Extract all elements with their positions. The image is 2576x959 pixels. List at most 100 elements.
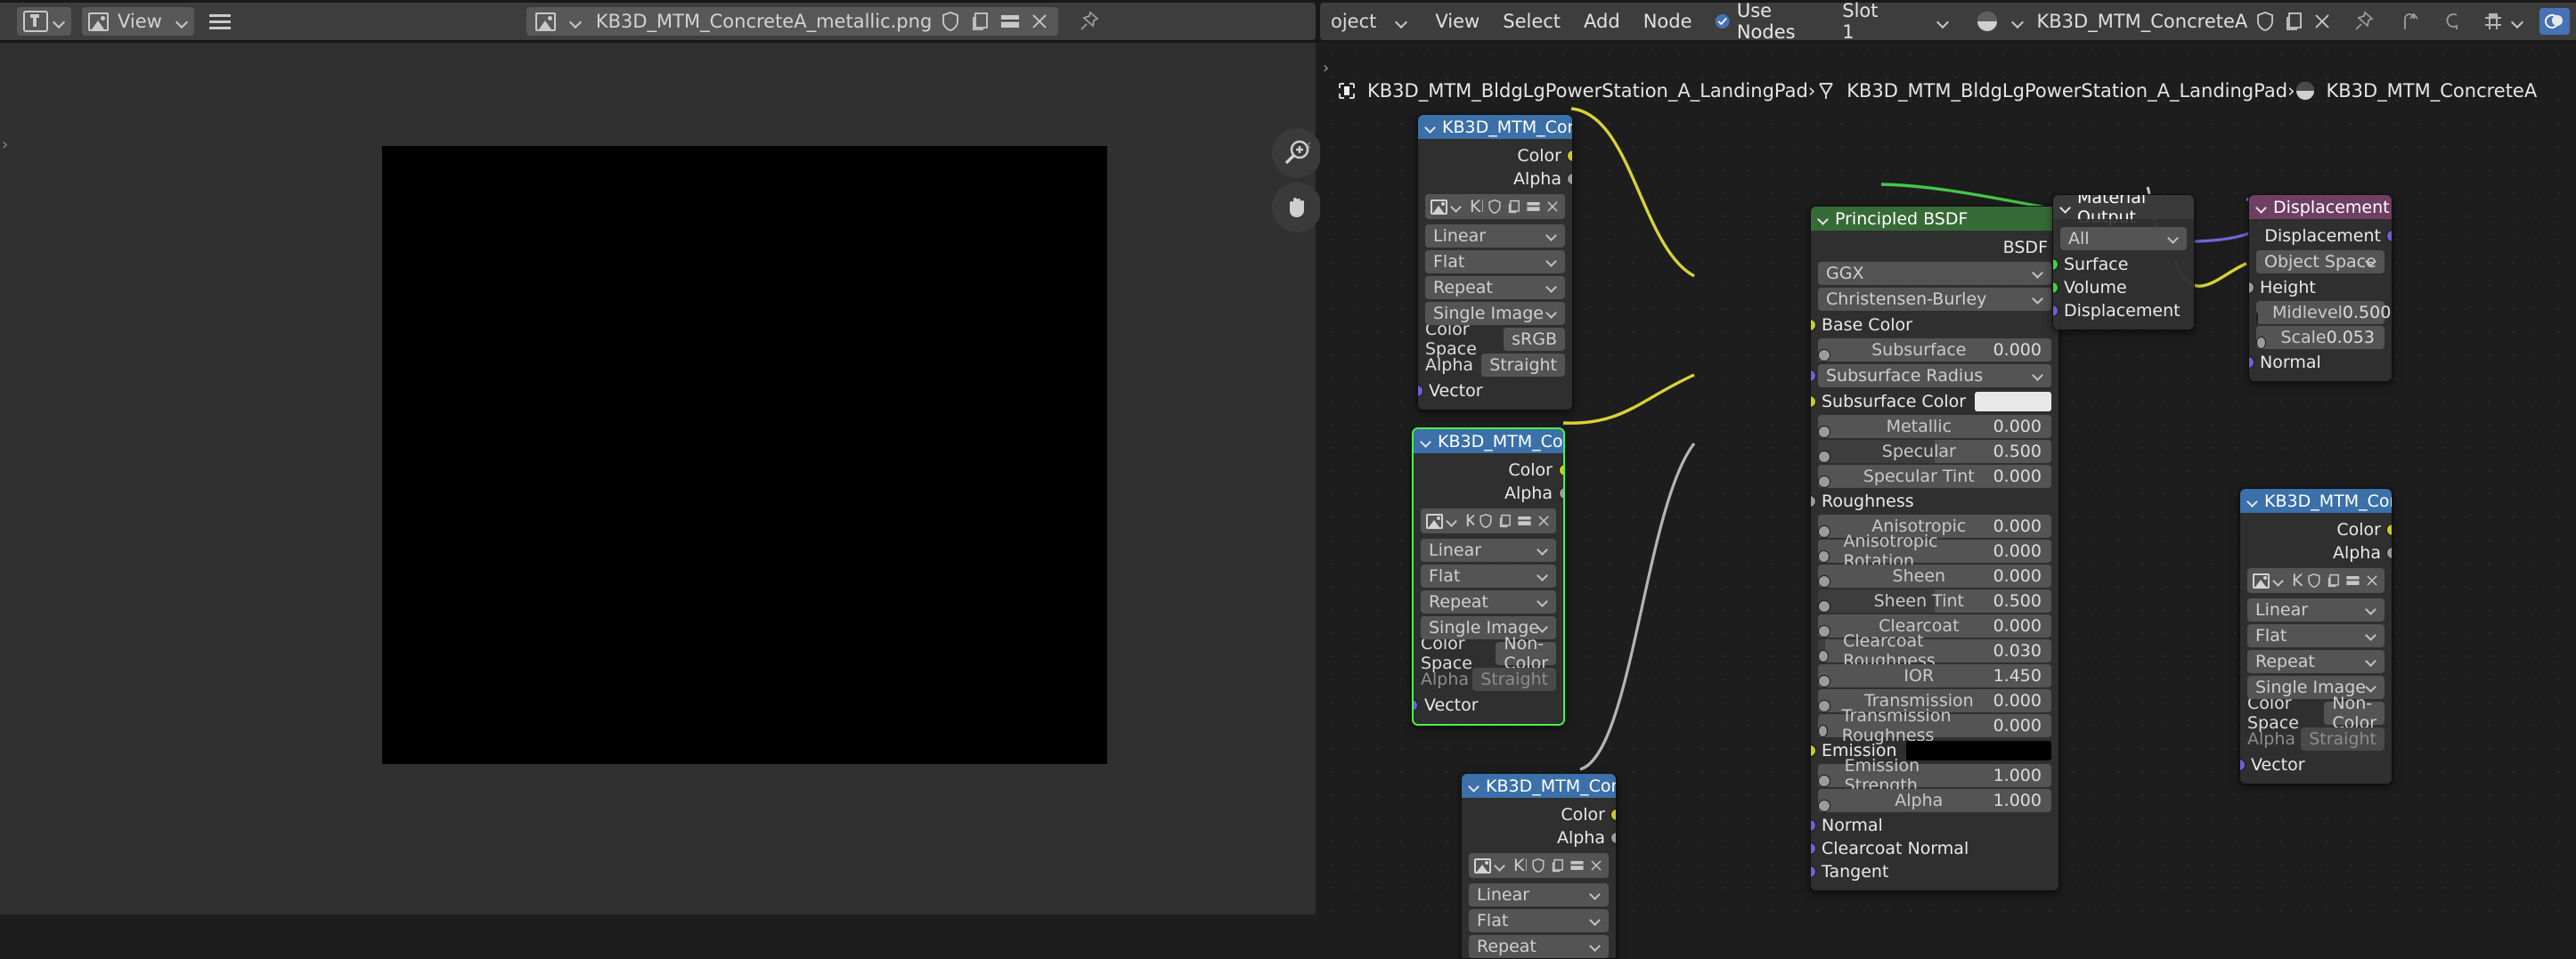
node-metallic[interactable]: KB3D_MTM_ConcreteA_metallic.png Color Al…	[1412, 427, 1565, 726]
socket-input[interactable]	[1811, 495, 1816, 508]
image-datablock-row[interactable]: KB3D_MTM_Concre...	[2247, 568, 2384, 593]
input-volume[interactable]: Volume	[2053, 276, 2194, 299]
socket-color[interactable]	[1559, 464, 1563, 476]
socket-alpha[interactable]	[1610, 832, 1616, 844]
bsdf-socket-row[interactable]: Clearcoat Normal	[1811, 837, 2058, 860]
socket-input[interactable]	[1811, 370, 1816, 382]
copy-icon[interactable]	[2326, 573, 2341, 589]
socket-input[interactable]	[1811, 866, 1816, 878]
image-view-menu[interactable]: View	[82, 7, 194, 36]
alpha-dropdown[interactable]: Straight	[1481, 354, 1565, 377]
socket-input[interactable]	[1811, 395, 1816, 408]
socket-vector[interactable]	[1414, 699, 1418, 711]
socket-input[interactable]	[1818, 675, 1830, 687]
collapse-chevron-icon[interactable]	[1421, 436, 1431, 447]
close-icon[interactable]	[2312, 12, 2332, 31]
output-alpha[interactable]: Alpha	[1462, 826, 1616, 849]
snap-button[interactable]	[2482, 10, 2523, 33]
image-menu-button[interactable]	[203, 7, 237, 36]
output-bsdf[interactable]: BSDF	[1811, 236, 2058, 259]
socket-input[interactable]	[1818, 725, 1828, 737]
output-color[interactable]: Color	[1414, 459, 1563, 482]
color-space-dropdown[interactable]: Non-Color	[1496, 634, 1556, 673]
image-datablock-row[interactable]: KB3D_MTM_Concr...	[1469, 853, 1609, 878]
projection-dropdown[interactable]: Flat	[1421, 565, 1556, 588]
folder-icon[interactable]	[1569, 858, 1585, 873]
bsdf-value-row[interactable]: Subsurface 0.000	[1818, 338, 2051, 362]
socket-input[interactable]	[1818, 775, 1830, 787]
node-sidebar-toggle[interactable]: ›	[1323, 59, 1329, 77]
socket-displacement[interactable]	[2053, 305, 2058, 317]
projection-dropdown[interactable]: Flat	[1425, 250, 1565, 273]
input-displacement[interactable]: Displacement	[2053, 299, 2194, 322]
socket-vector[interactable]	[1418, 385, 1423, 397]
copy-icon[interactable]	[1550, 857, 1565, 874]
socket-color[interactable]	[2386, 524, 2392, 536]
node-roughness[interactable]: KB3D_MTM_ConcreteA_roughness.png Color A…	[1461, 773, 1617, 959]
proportional-edit-button[interactable]	[2441, 10, 2464, 33]
source-dropdown[interactable]: Single Image	[1425, 302, 1565, 325]
collapse-chevron-icon[interactable]	[2060, 202, 2071, 213]
input-vector[interactable]: Vector	[1418, 379, 1572, 402]
menu-add[interactable]: Add	[1572, 11, 1632, 32]
node-header-roughness[interactable]: KB3D_MTM_ConcreteA_roughness.png	[1462, 774, 1616, 798]
material-datablock-field[interactable]: KB3D_MTM_ConcreteA	[1976, 10, 2333, 33]
node-header-basecolor[interactable]: KB3D_MTM_ConcreteA_basecolor.png	[1418, 115, 1572, 139]
socket-midlevel[interactable]	[2256, 312, 2258, 324]
distribution-dropdown[interactable]: GGX	[1818, 262, 2051, 285]
pan-button[interactable]	[1272, 183, 1322, 232]
breadcrumb-item-2[interactable]: KB3D_MTM_ConcreteA	[2326, 80, 2537, 102]
close-icon[interactable]	[1537, 514, 1551, 528]
socket-input[interactable]	[1818, 550, 1830, 563]
collapse-chevron-icon[interactable]	[2247, 496, 2258, 507]
socket-input[interactable]	[1818, 426, 1830, 438]
bsdf-socket-row[interactable]: Tangent	[1811, 860, 2058, 883]
output-alpha[interactable]: Alpha	[1418, 167, 1572, 191]
projection-dropdown[interactable]: Flat	[1469, 909, 1609, 932]
image-datablock-field[interactable]: KB3D_MTM_ConcreteA_metallic.png	[526, 7, 1059, 36]
snap-parent-button[interactable]	[2400, 10, 2421, 33]
shield-icon[interactable]	[1531, 857, 1545, 874]
copy-icon[interactable]	[1506, 199, 1521, 215]
menu-view[interactable]: View	[1423, 11, 1491, 32]
node-basecolor[interactable]: KB3D_MTM_ConcreteA_basecolor.png Color A…	[1417, 114, 1573, 410]
input-surface[interactable]: Surface	[2053, 253, 2194, 276]
bsdf-socket-row[interactable]: Normal	[1811, 814, 2058, 837]
menu-select[interactable]: Select	[1491, 11, 1572, 32]
bsdf-value-row[interactable]: Emission Strength 1.000	[1818, 756, 2051, 795]
shield-icon[interactable]	[941, 11, 960, 32]
copy-icon[interactable]	[2283, 11, 2304, 32]
interpolation-dropdown[interactable]: Linear	[1421, 539, 1556, 562]
bsdf-value-row[interactable]: Specular 0.500	[1818, 440, 2051, 463]
input-vector[interactable]: Vector	[2240, 753, 2392, 776]
socket-displacement-out[interactable]	[2386, 230, 2392, 242]
target-dropdown[interactable]: All	[2060, 227, 2187, 250]
pin-button[interactable]	[2353, 11, 2375, 32]
scale-field[interactable]: Scale 0.053	[2256, 326, 2384, 349]
bsdf-value-row[interactable]: Sheen Tint 0.500	[1818, 589, 2051, 613]
shield-icon[interactable]	[2255, 11, 2275, 32]
node-displacement[interactable]: Displacement Displacement Object Space H…	[2248, 194, 2393, 382]
shield-icon[interactable]	[1479, 513, 1493, 529]
sidebar-toggle-left[interactable]: ›	[2, 135, 8, 154]
node-header-height[interactable]: KB3D_MTM_ConcreteA_height.png	[2240, 489, 2392, 513]
bsdf-value-row[interactable]: Clearcoat Roughness 0.030	[1818, 631, 2051, 670]
bsdf-value-row[interactable]: Sheen 0.000	[1818, 565, 2051, 588]
bsdf-value-row[interactable]: Metallic 0.000	[1818, 415, 2051, 438]
image-canvas[interactable]	[382, 146, 1107, 764]
collapse-chevron-icon[interactable]	[1425, 122, 1436, 133]
bsdf-dropdown-row[interactable]: Subsurface Radius	[1811, 364, 2051, 387]
node-editor-area[interactable]: › KB3D_MTM_BldgLgPowerStation_A_LandingP…	[1320, 43, 2576, 959]
close-icon[interactable]	[1589, 858, 1603, 873]
input-vector[interactable]: Vector	[1414, 694, 1563, 717]
folder-icon[interactable]	[2345, 573, 2360, 588]
extension-dropdown[interactable]: Repeat	[1469, 935, 1609, 958]
overlays-toggle[interactable]	[2539, 8, 2576, 35]
image-datablock-row[interactable]: KB3D_MTM_Concre...	[1421, 508, 1556, 533]
output-displacement[interactable]: Displacement	[2249, 224, 2392, 248]
shield-icon[interactable]	[1488, 199, 1502, 215]
node-header-displacement[interactable]: Displacement	[2249, 195, 2392, 219]
midlevel-field[interactable]: Midlevel 0.500	[2256, 301, 2391, 324]
editor-type-selector[interactable]	[17, 7, 71, 36]
socket-normal[interactable]	[2249, 356, 2254, 369]
